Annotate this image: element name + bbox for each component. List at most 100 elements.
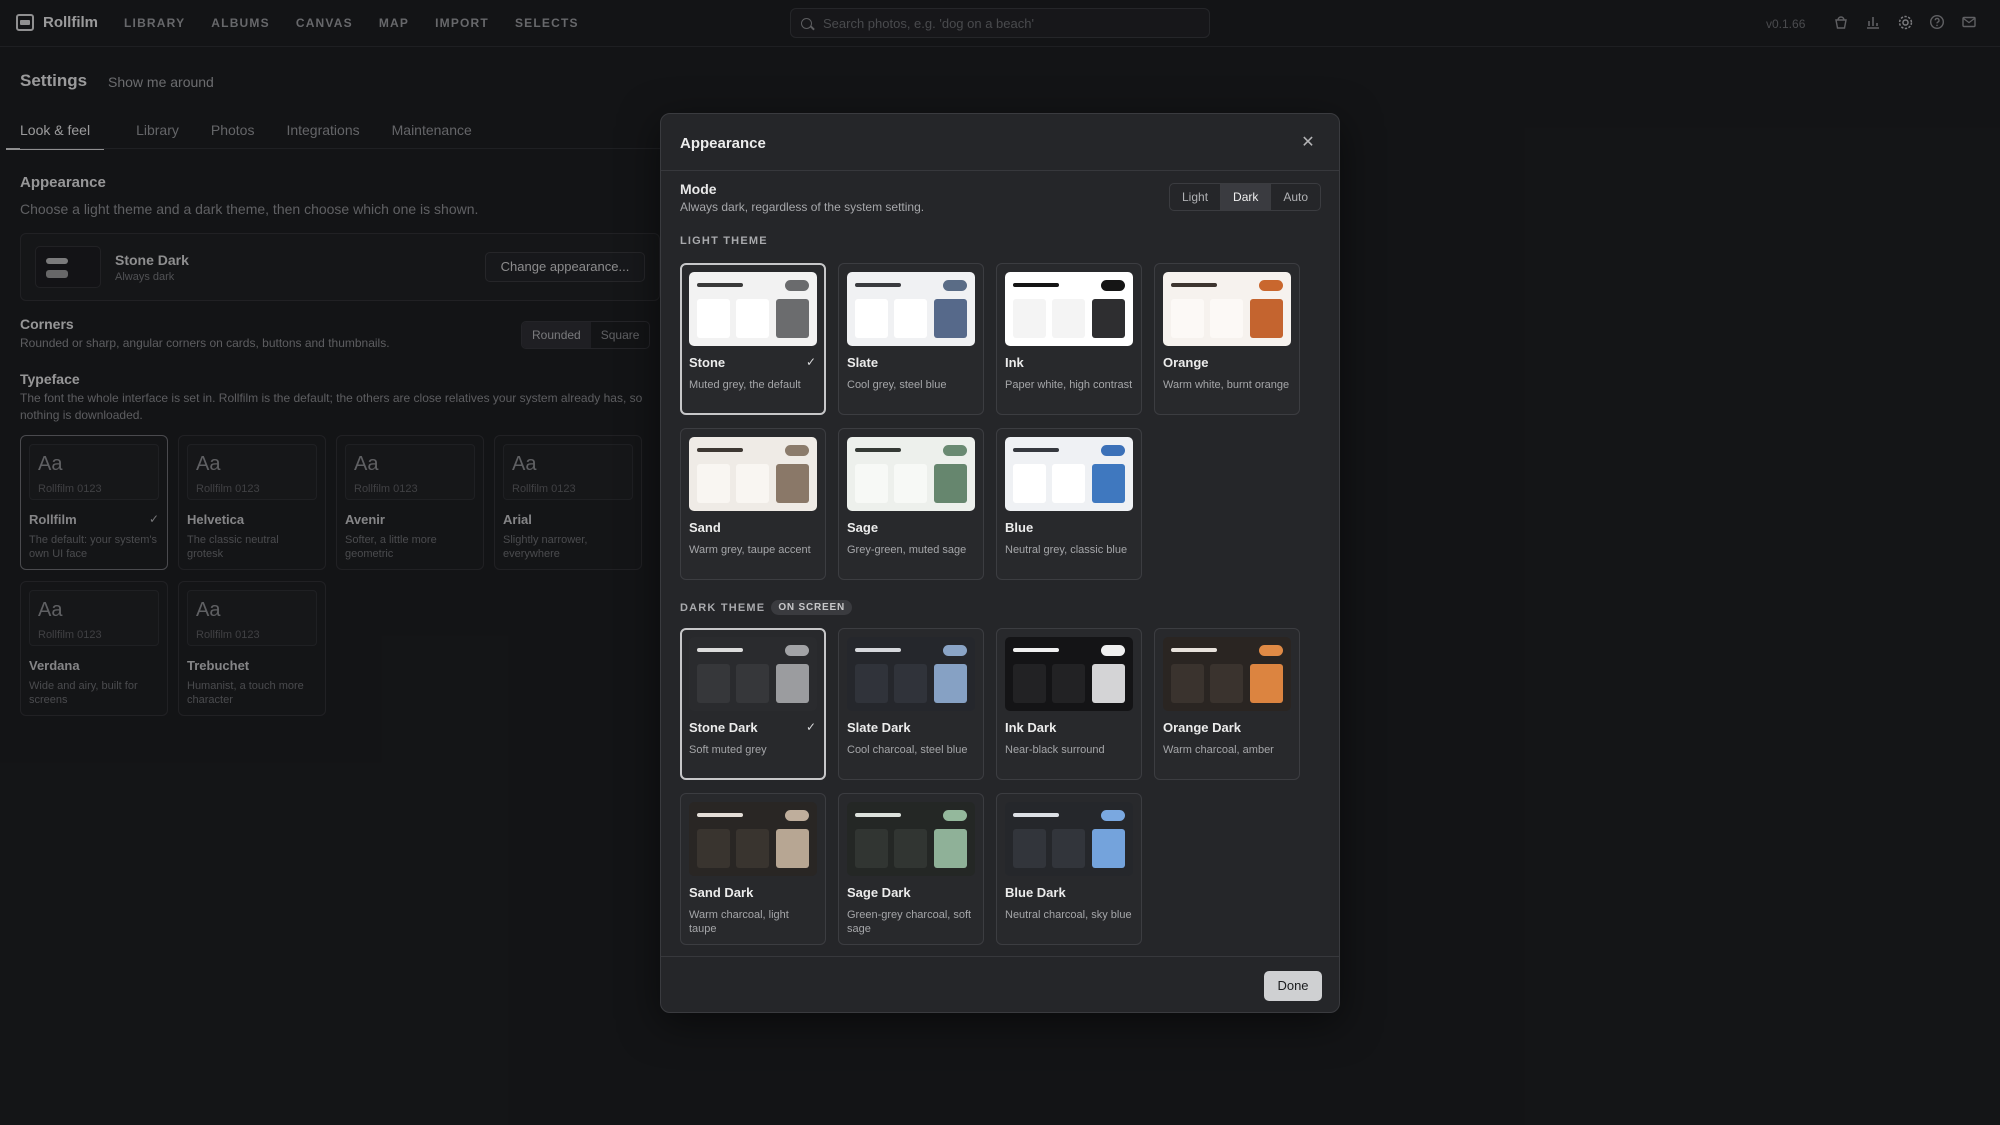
theme-card-stone-dark[interactable]: Stone Dark ✓ Soft muted grey bbox=[680, 628, 826, 780]
preview-pill bbox=[785, 810, 809, 821]
done-button[interactable]: Done bbox=[1264, 971, 1322, 1001]
theme-name: Ink bbox=[1005, 355, 1024, 370]
preview-panel bbox=[736, 299, 769, 338]
preview-pill bbox=[1259, 645, 1283, 656]
theme-preview bbox=[1163, 272, 1291, 346]
theme-preview bbox=[847, 802, 975, 876]
mode-auto-option[interactable]: Auto bbox=[1271, 184, 1320, 210]
theme-preview bbox=[847, 437, 975, 511]
theme-preview bbox=[1163, 637, 1291, 711]
preview-accent-panel bbox=[776, 464, 809, 503]
mode-dark-option[interactable]: Dark bbox=[1221, 184, 1272, 210]
theme-desc: Cool charcoal, steel blue bbox=[847, 744, 968, 756]
preview-bar bbox=[855, 648, 901, 652]
preview-bar bbox=[1013, 283, 1059, 287]
mode-light-option[interactable]: Light bbox=[1170, 184, 1222, 210]
preview-pill bbox=[1101, 445, 1125, 456]
theme-desc: Near-black surround bbox=[1005, 744, 1105, 756]
theme-preview bbox=[1005, 637, 1133, 711]
theme-name: Sage bbox=[847, 520, 879, 535]
theme-card-sage[interactable]: Sage Grey-green, muted sage bbox=[838, 428, 984, 580]
preview-bar bbox=[855, 448, 901, 452]
theme-preview bbox=[847, 637, 975, 711]
mode-desc: Always dark, regardless of the system se… bbox=[680, 200, 925, 214]
theme-card-slate-dark[interactable]: Slate Dark Cool charcoal, steel blue bbox=[838, 628, 984, 780]
theme-desc: Soft muted grey bbox=[689, 744, 767, 756]
close-icon[interactable]: ✕ bbox=[1297, 132, 1319, 154]
preview-accent-panel bbox=[934, 829, 967, 868]
theme-preview bbox=[1005, 272, 1133, 346]
preview-bar bbox=[1171, 648, 1217, 652]
preview-panel bbox=[855, 299, 888, 338]
theme-card-sage-dark[interactable]: Sage Dark Green-grey charcoal, soft sage bbox=[838, 793, 984, 945]
theme-card-slate[interactable]: Slate Cool grey, steel blue bbox=[838, 263, 984, 415]
preview-bar bbox=[697, 448, 743, 452]
theme-card-ink-dark[interactable]: Ink Dark Near-black surround bbox=[996, 628, 1142, 780]
preview-panel bbox=[894, 829, 927, 868]
preview-accent-panel bbox=[1092, 664, 1125, 703]
preview-pill bbox=[1101, 280, 1125, 291]
dialog-title: Appearance bbox=[680, 135, 766, 152]
theme-card-sand[interactable]: Sand Warm grey, taupe accent bbox=[680, 428, 826, 580]
theme-desc: Green-grey charcoal, soft sage bbox=[847, 909, 972, 935]
theme-desc: Cool grey, steel blue bbox=[847, 379, 947, 391]
preview-panel bbox=[697, 299, 730, 338]
theme-preview bbox=[1005, 437, 1133, 511]
theme-card-orange-dark[interactable]: Orange Dark Warm charcoal, amber bbox=[1154, 628, 1300, 780]
theme-desc: Neutral grey, classic blue bbox=[1005, 544, 1128, 556]
preview-bar bbox=[1013, 813, 1059, 817]
theme-card-orange[interactable]: Orange Warm white, burnt orange bbox=[1154, 263, 1300, 415]
theme-preview bbox=[689, 272, 817, 346]
dark-theme-heading: DARK THEME ON SCREEN bbox=[680, 600, 852, 615]
theme-name: Sand bbox=[689, 520, 721, 535]
theme-desc: Warm grey, taupe accent bbox=[689, 544, 811, 556]
theme-card-stone[interactable]: Stone ✓ Muted grey, the default bbox=[680, 263, 826, 415]
appearance-dialog: Appearance ✕ Mode Always dark, regardles… bbox=[660, 113, 1340, 1013]
preview-panel bbox=[1013, 299, 1046, 338]
preview-accent-panel bbox=[776, 664, 809, 703]
preview-panel bbox=[1210, 299, 1243, 338]
preview-panel bbox=[736, 829, 769, 868]
preview-bar bbox=[697, 648, 743, 652]
preview-bar bbox=[1013, 648, 1059, 652]
preview-panel bbox=[1171, 664, 1204, 703]
theme-card-sand-dark[interactable]: Sand Dark Warm charcoal, light taupe bbox=[680, 793, 826, 945]
preview-panel bbox=[697, 664, 730, 703]
dark-theme-heading-text: DARK THEME bbox=[680, 602, 766, 614]
light-theme-heading: LIGHT THEME bbox=[680, 235, 768, 247]
preview-pill bbox=[785, 645, 809, 656]
preview-panel bbox=[736, 464, 769, 503]
theme-name: Stone Dark bbox=[689, 720, 758, 735]
theme-card-blue-dark[interactable]: Blue Dark Neutral charcoal, sky blue bbox=[996, 793, 1142, 945]
preview-panel bbox=[1052, 829, 1085, 868]
theme-name: Blue bbox=[1005, 520, 1034, 535]
theme-desc: Neutral charcoal, sky blue bbox=[1005, 909, 1132, 921]
theme-name: Slate Dark bbox=[847, 720, 911, 735]
theme-name: Sand Dark bbox=[689, 885, 754, 900]
preview-accent-panel bbox=[934, 664, 967, 703]
theme-card-ink[interactable]: Ink Paper white, high contrast bbox=[996, 263, 1142, 415]
theme-desc: Warm charcoal, amber bbox=[1163, 744, 1274, 756]
preview-panel bbox=[1171, 299, 1204, 338]
theme-preview bbox=[689, 802, 817, 876]
theme-name: Orange bbox=[1163, 355, 1209, 370]
on-screen-badge: ON SCREEN bbox=[771, 600, 852, 615]
mode-label: Mode bbox=[680, 181, 717, 197]
preview-accent-panel bbox=[776, 299, 809, 338]
dialog-footer-divider bbox=[661, 956, 1339, 957]
preview-bar bbox=[855, 283, 901, 287]
theme-name: Slate bbox=[847, 355, 879, 370]
preview-panel bbox=[855, 464, 888, 503]
preview-panel bbox=[697, 464, 730, 503]
preview-pill bbox=[943, 645, 967, 656]
preview-bar bbox=[855, 813, 901, 817]
preview-panel bbox=[894, 664, 927, 703]
theme-preview bbox=[1005, 802, 1133, 876]
preview-accent-panel bbox=[776, 829, 809, 868]
theme-card-blue[interactable]: Blue Neutral grey, classic blue bbox=[996, 428, 1142, 580]
theme-desc: Warm white, burnt orange bbox=[1163, 379, 1290, 391]
preview-bar bbox=[1171, 283, 1217, 287]
theme-desc: Grey-green, muted sage bbox=[847, 544, 967, 556]
preview-pill bbox=[1101, 810, 1125, 821]
preview-bar bbox=[1013, 448, 1059, 452]
